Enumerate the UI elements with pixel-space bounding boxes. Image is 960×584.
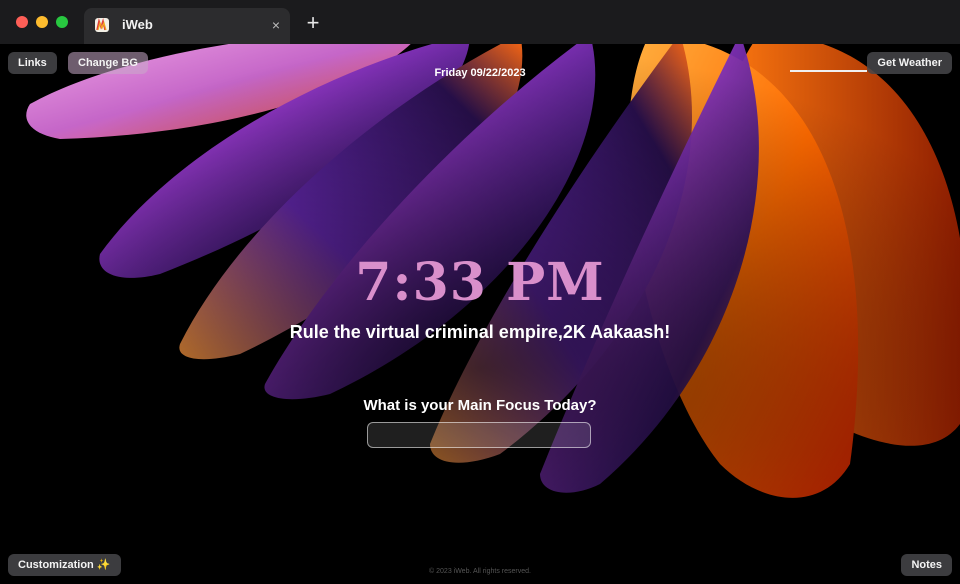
focus-question: What is your Main Focus Today?	[363, 397, 597, 414]
copyright-text: © 2023 iWeb. All rights reserved.	[429, 568, 531, 575]
close-icon[interactable]: ×	[272, 16, 280, 34]
focus-input[interactable]	[367, 422, 591, 448]
date-display: Friday 09/22/2023	[434, 67, 526, 79]
tab-title: iWeb	[122, 17, 153, 32]
minimize-window-button[interactable]	[36, 16, 48, 28]
greeting-text: Rule the virtual criminal empire,2K Aaka…	[289, 322, 671, 342]
background-image	[0, 44, 960, 584]
title-bar: iWeb × +	[0, 0, 960, 44]
browser-window: iWeb × + Links Change BG Friday 09/22/20…	[0, 0, 960, 584]
close-window-button[interactable]	[16, 16, 28, 28]
weather-underline	[790, 70, 867, 72]
notes-button[interactable]: Notes	[901, 554, 952, 576]
iweb-logo-icon	[95, 18, 109, 32]
clock-time: 7:33 PM	[355, 252, 605, 313]
plus-icon[interactable]: +	[302, 12, 324, 34]
tab-iweb[interactable]: iWeb ×	[84, 8, 290, 44]
maximize-window-button[interactable]	[56, 16, 68, 28]
get-weather-button[interactable]: Get Weather	[867, 52, 952, 74]
new-tab-page: Links Change BG Friday 09/22/2023 Get We…	[0, 44, 960, 584]
